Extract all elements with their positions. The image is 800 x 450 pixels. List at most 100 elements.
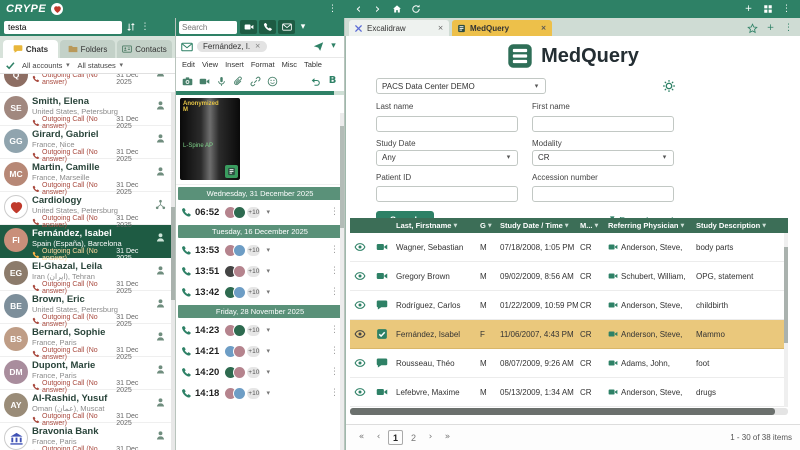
video-button[interactable] <box>199 76 210 87</box>
close-tab-icon[interactable]: × <box>437 25 444 32</box>
browser-tab-excalidraw[interactable]: Excalidraw × <box>349 20 449 36</box>
column-header[interactable]: G <box>478 221 498 230</box>
video-icon[interactable] <box>376 386 388 398</box>
video-icon[interactable] <box>376 241 388 253</box>
call-item[interactable]: 14:20 +10 ▾ ⋮ <box>176 362 344 383</box>
scrollbar-thumb[interactable] <box>171 207 175 300</box>
settings-gear-icon[interactable] <box>662 79 676 93</box>
call-menu-icon[interactable]: ⋮ <box>330 208 339 217</box>
close-tab-icon[interactable]: × <box>540 25 547 32</box>
view-icon[interactable] <box>354 299 366 311</box>
field-input[interactable] <box>376 186 518 202</box>
plus-button[interactable]: + <box>741 2 756 17</box>
undo-button[interactable] <box>310 76 321 87</box>
statuses-filter[interactable]: All statuses ▾ <box>77 61 124 70</box>
table-scrollbar[interactable] <box>784 233 788 407</box>
tab-menu-icon[interactable]: ⋮ <box>783 23 794 34</box>
call-item[interactable]: 06:52 +10 ▾ ⋮ <box>176 202 344 223</box>
column-header[interactable]: M... <box>578 221 606 230</box>
link-button[interactable] <box>250 76 261 87</box>
sidebar-tab-folders[interactable]: Folders <box>60 40 115 58</box>
chat-icon[interactable] <box>376 357 388 369</box>
view-icon[interactable] <box>354 328 366 340</box>
recipient-chip[interactable]: Fernández, I. × <box>197 41 267 52</box>
contact-list-item[interactable]: FI Fernández, Isabel Spain (España), Bar… <box>0 225 175 258</box>
contact-list-item[interactable]: Cardiology United States, Petersburg Out… <box>0 192 175 225</box>
view-icon[interactable] <box>354 357 366 369</box>
menu-item-format[interactable]: Format <box>251 60 275 69</box>
checksq-icon[interactable] <box>376 328 388 340</box>
chevron-down-icon[interactable]: ▾ <box>264 348 272 356</box>
sort-icon[interactable] <box>126 22 136 32</box>
bold-button[interactable]: B <box>327 76 338 87</box>
send-icon[interactable] <box>313 41 324 52</box>
page-button[interactable]: 1 <box>388 430 403 445</box>
back-button[interactable]: ‹ <box>351 2 366 17</box>
menu-item-misc[interactable]: Misc <box>282 60 297 69</box>
remove-recipient-icon[interactable]: × <box>254 43 261 50</box>
paperclip-button[interactable] <box>233 76 244 87</box>
call-menu-icon[interactable]: ⋮ <box>330 246 339 255</box>
notification-badge[interactable] <box>51 3 63 15</box>
scrollbar-thumb[interactable] <box>784 247 788 343</box>
contact-list-item[interactable]: AY Al-Rashid, Yusuf Oman (عمان), Muscat … <box>0 390 175 423</box>
view-icon[interactable] <box>354 386 366 398</box>
mic-button[interactable] <box>216 76 227 87</box>
chat-icon[interactable] <box>376 299 388 311</box>
first-page-button[interactable]: « <box>354 430 369 445</box>
call-item[interactable]: 14:23 +10 ▾ ⋮ <box>176 320 344 341</box>
attachment-file-icon[interactable] <box>225 165 238 178</box>
chevron-down-icon[interactable]: ▾ <box>264 209 272 217</box>
table-row[interactable]: Rodríguez, Carlos M 01/22/2009, 10:59 PM… <box>350 291 788 320</box>
contact-list-item[interactable]: DM Dupont, Marie France, Paris Outgoing … <box>0 357 175 390</box>
forward-button[interactable]: › <box>370 2 385 17</box>
column-header[interactable]: Study Description <box>694 221 788 230</box>
camera-button[interactable] <box>182 76 193 87</box>
call-menu-icon[interactable]: ⋮ <box>330 267 339 276</box>
compose-area[interactable]: Anonymized M L-Spine AP <box>176 95 344 185</box>
grid-button[interactable] <box>760 2 775 17</box>
call-item[interactable]: 13:53 +10 ▾ ⋮ <box>176 240 344 261</box>
call-menu-icon[interactable]: ⋮ <box>330 288 339 297</box>
field-input[interactable] <box>532 116 674 132</box>
contact-list-item[interactable]: Bravonia Bank France, Paris Outgoing Cal… <box>0 423 175 450</box>
field-select[interactable]: CR ▾ <box>532 150 674 166</box>
xray-attachment[interactable]: Anonymized M L-Spine AP <box>180 98 240 180</box>
contact-list-item[interactable]: MC Martin, Camille France, Marseille Out… <box>0 159 175 192</box>
scrollbar-thumb[interactable] <box>340 126 344 227</box>
view-icon[interactable] <box>354 241 366 253</box>
table-row[interactable]: Gregory Brown M 09/02/2009, 8:56 AM CR S… <box>350 262 788 291</box>
contact-list-item[interactable]: SE Smith, Elena United States, Petersbur… <box>0 93 175 126</box>
chevron-down-icon[interactable]: ▾ <box>298 22 308 32</box>
video-call-button[interactable] <box>240 20 257 34</box>
page-button[interactable]: 2 <box>406 430 421 445</box>
phone-call-button[interactable] <box>259 20 276 34</box>
contact-list-item[interactable]: EG El-Ghazal, Leila Iran (ایران), Tehran… <box>0 258 175 291</box>
last-page-button[interactable]: » <box>440 430 455 445</box>
call-menu-icon[interactable]: ⋮ <box>330 347 339 356</box>
menu-item-edit[interactable]: Edit <box>182 60 195 69</box>
smiley-button[interactable] <box>267 76 278 87</box>
column-header[interactable]: Study Date / Time <box>498 221 578 230</box>
chevron-down-icon[interactable]: ▾ <box>264 247 272 255</box>
browser-tab-medquery[interactable]: MedQuery × <box>452 20 552 36</box>
menu-item-view[interactable]: View <box>202 60 218 69</box>
field-input[interactable] <box>376 116 518 132</box>
field-select[interactable]: Any ▾ <box>376 150 518 166</box>
home-button[interactable] <box>389 2 404 17</box>
contact-list-item[interactable]: BE Brown, Eric United States, Petersburg… <box>0 291 175 324</box>
chat-search-input[interactable] <box>179 21 237 34</box>
chevron-down-icon[interactable]: ▾ <box>264 289 272 297</box>
chevron-down-icon[interactable]: ▾ <box>264 390 272 398</box>
contact-list-item[interactable]: BS Bernard, Sophie France, Paris Outgoin… <box>0 324 175 357</box>
contacts-search-input[interactable] <box>4 21 122 34</box>
envelope-call-button[interactable] <box>278 20 295 34</box>
contact-list-item[interactable]: GG Girard, Gabriel France, Nice Outgoing… <box>0 126 175 159</box>
chevron-down-icon[interactable]: ▾ <box>264 268 272 276</box>
table-row[interactable]: Lefebvre, Maxime M 05/13/2009, 1:34 AM C… <box>350 378 788 407</box>
chevron-down-icon[interactable]: ▾ <box>264 327 272 335</box>
call-menu-icon[interactable]: ⋮ <box>330 368 339 377</box>
contacts-menu-icon[interactable]: ⋮ <box>140 22 150 32</box>
contact-list-item[interactable]: Q Qatar (قطر), Doha Outgoing Call (No an… <box>0 74 175 93</box>
next-page-button[interactable]: › <box>423 430 438 445</box>
